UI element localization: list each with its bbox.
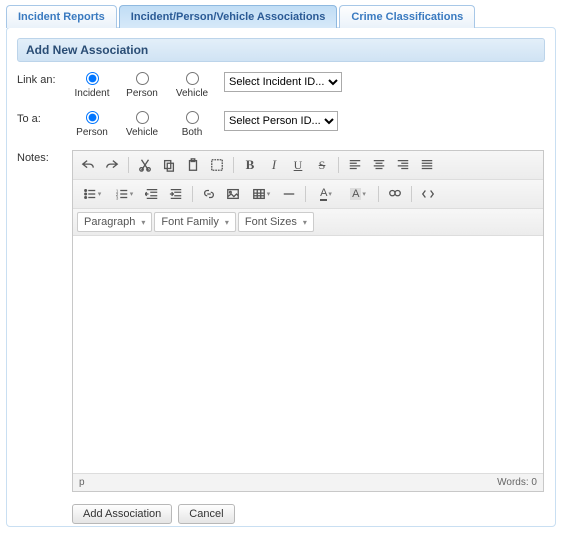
cut-icon[interactable]: [134, 155, 156, 175]
editor-toolbar-row3: Paragraph▾ Font Family▾ Font Sizes▾: [73, 209, 543, 236]
editor-toolbar-row2: ▾ 123▾ ▾ A▾ A▾: [73, 180, 543, 209]
redo-icon[interactable]: [101, 155, 123, 175]
align-left-icon[interactable]: [344, 155, 366, 175]
numbered-list-icon[interactable]: 123▾: [109, 184, 139, 204]
section-title: Add New Association: [17, 38, 545, 62]
paragraph-dropdown[interactable]: Paragraph▾: [77, 212, 152, 232]
copy-icon[interactable]: [158, 155, 180, 175]
to-radio-vehicle[interactable]: [136, 111, 149, 124]
tab-associations[interactable]: Incident/Person/Vehicle Associations: [119, 5, 338, 28]
table-icon[interactable]: ▾: [246, 184, 276, 204]
bullet-list-icon[interactable]: ▾: [77, 184, 107, 204]
bold-icon[interactable]: B: [239, 155, 261, 175]
strikethrough-icon[interactable]: S: [311, 155, 333, 175]
paste-icon[interactable]: [182, 155, 204, 175]
rich-text-editor: B I U S ▾ 123▾ ▾: [72, 150, 544, 492]
align-justify-icon[interactable]: [416, 155, 438, 175]
align-center-icon[interactable]: [368, 155, 390, 175]
tab-crime-classifications[interactable]: Crime Classifications: [339, 5, 475, 28]
editor-statusbar: p Words: 0: [73, 474, 543, 491]
font-sizes-dropdown[interactable]: Font Sizes▾: [238, 212, 314, 232]
undo-icon[interactable]: [77, 155, 99, 175]
align-right-icon[interactable]: [392, 155, 414, 175]
to-radio-person-label: Person: [76, 127, 108, 138]
link-radio-vehicle-label: Vehicle: [176, 88, 208, 99]
editor-toolbar-row1: B I U S: [73, 151, 543, 180]
italic-icon[interactable]: I: [263, 155, 285, 175]
underline-icon[interactable]: U: [287, 155, 309, 175]
select-all-icon[interactable]: [206, 155, 228, 175]
source-code-icon[interactable]: [417, 184, 439, 204]
link-radio-person[interactable]: [136, 72, 149, 85]
find-icon[interactable]: [384, 184, 406, 204]
cancel-button[interactable]: Cancel: [178, 504, 234, 524]
link-select[interactable]: Select Incident ID...: [224, 72, 342, 92]
to-radio-both[interactable]: [186, 111, 199, 124]
indent-icon[interactable]: [165, 184, 187, 204]
background-color-icon[interactable]: A▾: [343, 184, 373, 204]
font-family-dropdown[interactable]: Font Family▾: [154, 212, 235, 232]
link-radio-vehicle[interactable]: [186, 72, 199, 85]
to-radio-both-label: Both: [182, 127, 203, 138]
svg-text:3: 3: [116, 195, 119, 200]
add-association-button[interactable]: Add Association: [72, 504, 172, 524]
text-color-icon[interactable]: A▾: [311, 184, 341, 204]
link-icon[interactable]: [198, 184, 220, 204]
editor-path: p: [79, 477, 85, 488]
to-select[interactable]: Select Person ID...: [224, 111, 338, 131]
link-radio-person-label: Person: [126, 88, 158, 99]
editor-textarea[interactable]: [73, 236, 543, 474]
image-icon[interactable]: [222, 184, 244, 204]
notes-label: Notes:: [17, 150, 72, 164]
link-radio-incident-label: Incident: [74, 88, 109, 99]
to-radio-person[interactable]: [86, 111, 99, 124]
horizontal-rule-icon[interactable]: [278, 184, 300, 204]
content-panel: Add New Association Link an: Incident Pe…: [6, 27, 556, 527]
to-radio-vehicle-label: Vehicle: [126, 127, 158, 138]
editor-word-count: Words: 0: [497, 477, 537, 488]
link-radio-incident[interactable]: [86, 72, 99, 85]
tab-incident-reports[interactable]: Incident Reports: [6, 5, 117, 28]
link-an-label: Link an:: [17, 72, 72, 86]
to-a-label: To a:: [17, 111, 72, 125]
outdent-icon[interactable]: [141, 184, 163, 204]
